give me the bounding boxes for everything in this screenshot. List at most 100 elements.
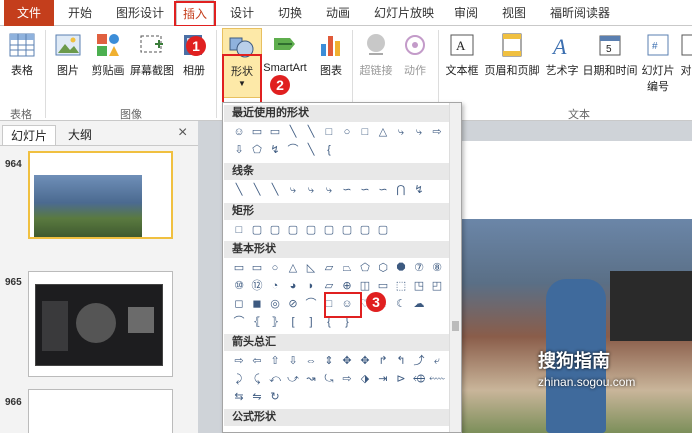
shape-option-icon[interactable]: ⦄ xyxy=(267,314,283,330)
tab-shape-design[interactable]: 图形设计 xyxy=(110,0,170,26)
shape-option-icon[interactable]: ▢ xyxy=(375,222,391,238)
shape-option-icon[interactable]: ⤺ xyxy=(267,371,283,387)
shape-option-icon[interactable]: ∽ xyxy=(375,182,391,198)
screenshot-button[interactable]: 屏幕截图 xyxy=(128,32,176,78)
shape-option-icon[interactable]: ◳ xyxy=(411,278,427,294)
shape-option-icon[interactable]: ⇆ xyxy=(231,389,247,405)
shape-option-icon[interactable]: ⊳ xyxy=(393,371,409,387)
chart-button[interactable]: 图表 xyxy=(314,32,348,78)
header-footer-button[interactable]: 页眉和页脚 xyxy=(482,32,542,78)
shape-option-icon[interactable]: ╲ xyxy=(267,182,283,198)
shape-option-icon[interactable]: ✥ xyxy=(339,353,355,369)
hyperlink-button[interactable]: 超链接 xyxy=(356,32,396,78)
shape-option-icon[interactable]: ⇨ xyxy=(429,124,445,140)
slide-thumbnail-965[interactable] xyxy=(28,271,173,377)
clipart-button[interactable]: 剪贴画 xyxy=(90,32,126,78)
shape-option-icon[interactable]: ▢ xyxy=(339,222,355,238)
shape-option-icon[interactable]: ✥ xyxy=(357,353,373,369)
shape-option-icon[interactable]: ▢ xyxy=(303,222,319,238)
shape-option-icon[interactable]: ◺ xyxy=(303,260,319,276)
shape-option-icon[interactable]: △ xyxy=(285,260,301,276)
shape-option-icon[interactable]: ↻ xyxy=(267,389,283,405)
date-time-button[interactable]: 5 日期和时间 xyxy=(582,32,638,78)
shape-option-icon[interactable]: ↯ xyxy=(411,182,427,198)
shape-option-icon[interactable]: ⬳ xyxy=(429,371,445,387)
tab-outline[interactable]: 大纲 xyxy=(60,125,100,145)
shape-option-icon[interactable]: ⤻ xyxy=(285,371,301,387)
shape-option-icon[interactable]: ⤷ xyxy=(393,124,409,140)
tab-design[interactable]: 设计 xyxy=(222,0,262,26)
shape-option-icon[interactable]: ∽ xyxy=(357,182,373,198)
shape-option-icon[interactable]: ⏢ xyxy=(339,260,355,276)
shape-option-icon[interactable]: ╲ xyxy=(231,182,247,198)
shape-option-icon[interactable]: ∽ xyxy=(339,182,355,198)
shape-option-icon[interactable]: ⑫ xyxy=(249,278,265,294)
shape-option-icon[interactable]: ☾ xyxy=(393,296,409,312)
shape-option-icon[interactable]: ○ xyxy=(339,124,355,140)
shape-option-icon[interactable]: ⤶ xyxy=(429,353,445,369)
shape-option-icon[interactable]: ⬡ xyxy=(375,260,391,276)
slide-thumbnail-966[interactable] xyxy=(28,389,173,433)
shape-option-icon[interactable]: ⇦ xyxy=(249,353,265,369)
shape-option-icon[interactable]: ○ xyxy=(267,260,283,276)
shape-option-icon[interactable]: ⇧ xyxy=(267,353,283,369)
wordart-button[interactable]: A 艺术字 xyxy=(542,32,582,78)
shape-option-icon[interactable]: ⤸ xyxy=(231,371,247,387)
tab-slideshow[interactable]: 幻灯片放映 xyxy=(366,0,442,26)
textbox-button[interactable]: A 文本框 xyxy=(442,32,482,78)
shape-option-icon[interactable]: ⬲ xyxy=(411,371,427,387)
shape-option-icon[interactable]: ☁ xyxy=(411,296,427,312)
slide-thumbnail-964[interactable] xyxy=(28,151,173,239)
shape-option-icon[interactable]: ▢ xyxy=(267,222,283,238)
shape-option-icon[interactable]: ⊘ xyxy=(285,296,301,312)
tab-review[interactable]: 审阅 xyxy=(448,0,484,26)
shape-option-icon[interactable]: ▢ xyxy=(321,222,337,238)
shape-option-icon[interactable]: ⇨ xyxy=(339,371,355,387)
shape-option-icon[interactable]: [ xyxy=(285,314,301,330)
shape-option-icon[interactable]: ╲ xyxy=(285,124,301,140)
shape-option-icon[interactable]: ◕ xyxy=(285,278,301,294)
shape-option-icon[interactable]: ▢ xyxy=(249,222,265,238)
tab-file[interactable]: 文件 xyxy=(4,0,54,26)
shape-option-icon[interactable]: ⑩ xyxy=(231,278,247,294)
shape-option-icon[interactable]: ◻ xyxy=(231,296,247,312)
shape-option-icon[interactable]: ⤷ xyxy=(303,182,319,198)
shape-option-icon[interactable]: ▱ xyxy=(321,260,337,276)
tab-animations[interactable]: 动画 xyxy=(318,0,358,26)
shape-option-icon[interactable]: ▭ xyxy=(249,260,265,276)
shape-option-icon[interactable]: ↯ xyxy=(267,142,283,158)
shape-option-icon[interactable]: ╲ xyxy=(303,142,319,158)
shape-option-icon[interactable]: ⑦ xyxy=(411,260,427,276)
shape-option-icon[interactable]: { xyxy=(321,142,337,158)
shape-option-icon[interactable]: △ xyxy=(375,124,391,140)
shape-option-icon[interactable]: ⤷ xyxy=(411,124,427,140)
shape-option-icon[interactable]: ⑧ xyxy=(429,260,445,276)
picture-button[interactable]: 图片 xyxy=(52,32,84,78)
shape-option-icon[interactable]: ⬗ xyxy=(357,371,373,387)
shape-option-icon[interactable]: ▢ xyxy=(357,222,373,238)
shape-option-icon[interactable]: ⌒ xyxy=(231,314,247,330)
action-button[interactable]: 动作 xyxy=(398,32,432,78)
shape-option-icon[interactable]: ↰ xyxy=(393,353,409,369)
shape-option-icon[interactable]: □ xyxy=(357,124,373,140)
shape-option-icon[interactable]: ▭ xyxy=(267,124,283,140)
shape-option-icon[interactable]: ⇩ xyxy=(285,353,301,369)
shape-option-icon[interactable]: ◼ xyxy=(249,296,265,312)
shape-option-icon[interactable]: ⇨ xyxy=(231,353,247,369)
tab-transitions[interactable]: 切换 xyxy=(270,0,310,26)
shape-option-icon[interactable]: ⤿ xyxy=(321,371,337,387)
shape-option-icon[interactable]: ⬠ xyxy=(357,260,373,276)
shape-option-icon[interactable]: ⇔ xyxy=(303,353,319,369)
shape-option-icon[interactable]: ⯃ xyxy=(393,260,409,276)
shape-option-icon[interactable]: ] xyxy=(303,314,319,330)
tab-view[interactable]: 视图 xyxy=(496,0,532,26)
shape-option-icon[interactable]: ⇋ xyxy=(249,389,265,405)
shape-option-icon[interactable]: ▭ xyxy=(249,124,265,140)
shape-option-icon[interactable]: ⤷ xyxy=(321,182,337,198)
tab-home[interactable]: 开始 xyxy=(60,0,100,26)
smartart-button[interactable]: SmartArt xyxy=(262,32,308,74)
tab-slides[interactable]: 幻灯片 xyxy=(2,125,57,145)
shape-option-icon[interactable]: ↝ xyxy=(303,371,319,387)
shape-option-icon[interactable]: ☺ xyxy=(231,124,247,140)
shape-option-icon[interactable]: ⬚ xyxy=(393,278,409,294)
